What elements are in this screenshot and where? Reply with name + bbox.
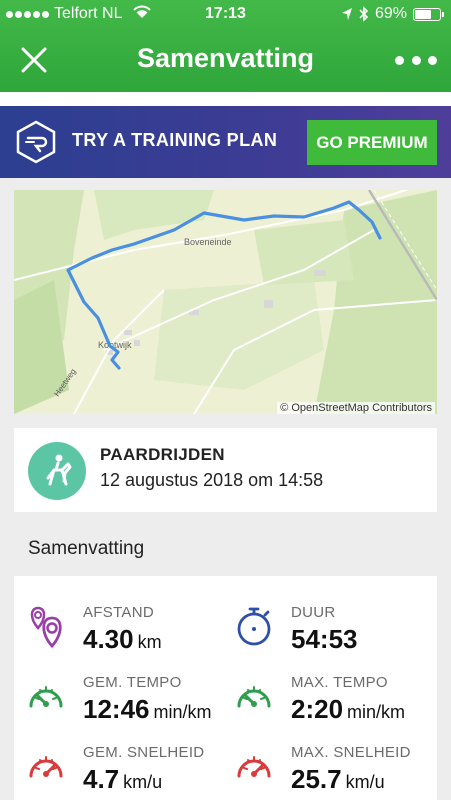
- stopwatch-icon: [237, 607, 271, 646]
- distance-pin-icon: [30, 606, 62, 648]
- horse-riding-icon: [28, 442, 86, 500]
- page-title: Samenvatting: [136, 43, 315, 73]
- battery-icon: [413, 7, 444, 21]
- activity-date: 12 augustus 2018 om 14:58: [100, 470, 324, 490]
- location-icon: [341, 8, 352, 20]
- speedometer-icon: [237, 686, 271, 708]
- status-bar: Telfort NL 17:13 69%: [0, 0, 451, 30]
- stat-label: MAX. SNELHEID: [291, 744, 411, 761]
- banner-text: TRY A TRAINING PLAN: [72, 130, 278, 150]
- stat-label: AFSTAND: [83, 604, 154, 621]
- stat-max-speed: MAX. SNELHEID 25.7 km/u: [234, 744, 434, 800]
- stat-distance: AFSTAND 4.30 km: [26, 604, 226, 668]
- stat-value: 4.30: [83, 624, 134, 654]
- stat-label: GEM. SNELHEID: [83, 744, 205, 761]
- stat-value: 54:53: [291, 624, 358, 654]
- stat-value: 12:46: [83, 694, 150, 724]
- go-premium-button[interactable]: GO PREMIUM: [307, 120, 437, 165]
- stat-unit: min/km: [153, 702, 212, 722]
- stat-unit: min/km: [347, 702, 406, 722]
- stat-duration: DUUR 54:53: [234, 604, 434, 668]
- stat-unit: km/u: [123, 772, 163, 792]
- summary-heading: Samenvatting: [28, 538, 145, 559]
- header-divider: [0, 92, 451, 106]
- stat-unit: km: [137, 632, 162, 652]
- battery-percent: 69%: [374, 5, 407, 22]
- bluetooth-icon: [359, 6, 369, 22]
- speedometer-icon: [29, 686, 63, 708]
- training-plan-icon: [16, 120, 56, 164]
- map-label-boveneinde: Boveneinde: [184, 237, 232, 247]
- app-header: Telfort NL 17:13 69% Samenvatting: [0, 0, 451, 92]
- route-map[interactable]: Boveneinde Kootwijk Heetweg © OpenStreet…: [14, 190, 437, 414]
- stat-label: DUUR: [291, 604, 336, 621]
- stat-avg-pace: GEM. TEMPO 12:46 min/km: [26, 674, 226, 738]
- stat-max-pace: MAX. TEMPO 2:20 min/km: [234, 674, 434, 738]
- stat-value: 4.7: [83, 764, 120, 794]
- stat-value: 25.7: [291, 764, 342, 794]
- premium-banner[interactable]: TRY A TRAINING PLAN GO PREMIUM: [0, 106, 451, 178]
- more-options-icon[interactable]: [395, 44, 437, 76]
- activity-card: PAARDRIJDEN 12 augustus 2018 om 14:58: [14, 428, 437, 512]
- activity-type: PAARDRIJDEN: [100, 445, 225, 464]
- map-canvas: Boveneinde Kootwijk Heetweg: [14, 190, 437, 414]
- stat-label: GEM. TEMPO: [83, 674, 182, 691]
- speedometer-icon: [237, 756, 271, 778]
- stat-avg-speed: GEM. SNELHEID 4.7 km/u: [26, 744, 226, 800]
- stat-unit: km/u: [345, 772, 385, 792]
- close-icon[interactable]: [18, 44, 50, 76]
- stat-value: 2:20: [291, 694, 344, 724]
- status-right: 69%: [341, 5, 444, 23]
- speedometer-icon: [29, 756, 63, 778]
- stats-card: AFSTAND 4.30 km DUUR 54:53 GEM. TEMPO 12:…: [14, 576, 437, 800]
- stat-label: MAX. TEMPO: [291, 674, 388, 691]
- nav-bar: Samenvatting: [0, 30, 451, 92]
- map-attribution[interactable]: © OpenStreetMap Contributors: [277, 402, 435, 414]
